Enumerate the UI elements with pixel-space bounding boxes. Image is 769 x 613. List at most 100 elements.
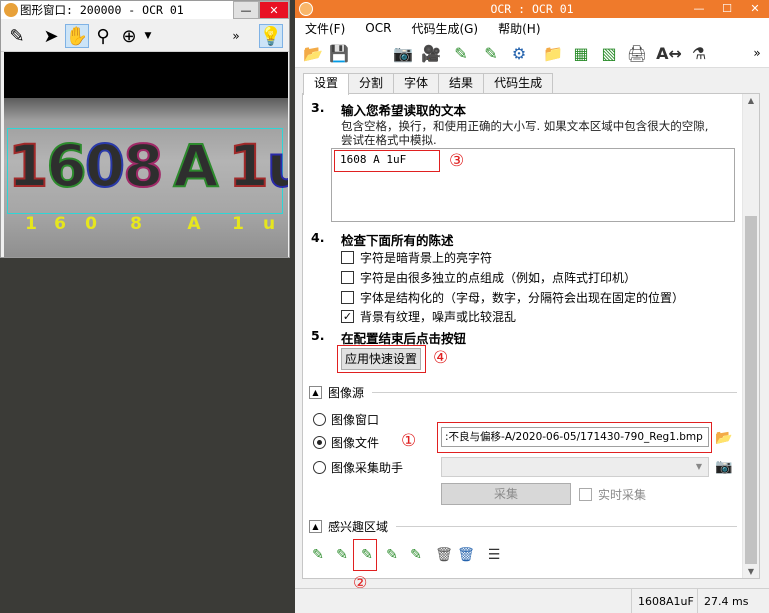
menu-help[interactable]: 帮助(H) [488, 20, 550, 37]
minimize-button[interactable]: — [685, 0, 713, 18]
radio-acquisition-assistant[interactable]: 图像采集助手 [313, 459, 403, 476]
settings-icon[interactable]: ⚙ [507, 41, 531, 65]
graphics-window-title: 图形窗口: 200000 - OCR 01 [20, 3, 184, 17]
tab-segmentation[interactable]: 分割 [348, 73, 395, 94]
halcon-app-icon [4, 3, 18, 17]
radio-image-window[interactable]: 图像窗口 [313, 411, 379, 428]
edit-roi-icon[interactable]: ✎ [479, 41, 503, 65]
annotation-marker-1: ① [401, 431, 417, 451]
ocr-result-char: 1 [25, 214, 37, 234]
tab-bar: 设置 分割 字体 结果 代码生成 [303, 73, 554, 95]
ocr-result-char: 8 [130, 214, 142, 234]
checkbox-box[interactable] [341, 251, 354, 264]
save-icon[interactable]: 💾 [327, 41, 351, 65]
ocr-char [161, 130, 173, 202]
character-set-icon[interactable]: ▦ [569, 41, 593, 65]
image-source-header[interactable]: ▲ 图像源 [309, 384, 737, 401]
ocr-char: A [172, 131, 219, 201]
annotation-marker-3: ③ [449, 151, 465, 171]
section-3-number: 3. [311, 100, 325, 115]
acquire-button[interactable]: 采集 [441, 483, 571, 505]
maximize-button[interactable]: ☐ [713, 0, 741, 18]
menu-codegen[interactable]: 代码生成(G) [401, 20, 488, 37]
annotation-box-1 [437, 422, 712, 453]
ocr-char [216, 130, 228, 202]
draw-roi-icon[interactable]: ✎ [449, 41, 473, 65]
ocr-char: 0 [84, 131, 126, 201]
checkbox-light-on-dark[interactable]: 字符是暗背景上的亮字符 [341, 249, 492, 266]
tab-code-generation[interactable]: 代码生成 [483, 73, 554, 94]
checkbox-box[interactable] [579, 488, 592, 501]
annotation-box-4 [337, 345, 426, 373]
vertical-scrollbar[interactable]: ▲ ▼ [742, 94, 759, 578]
roi-title: 感兴趣区域 [328, 520, 389, 534]
checkbox-realtime-acquire[interactable]: 实时采集 [579, 486, 646, 503]
acquisition-dropdown[interactable]: ▼ [441, 457, 709, 477]
clear-all-roi-icon[interactable]: 🗑 [455, 544, 477, 566]
image-source-title: 图像源 [328, 386, 365, 400]
menu-file[interactable]: 文件(F) [295, 20, 355, 37]
radio-image-file[interactable]: 图像文件 [313, 434, 379, 451]
tab-results[interactable]: 结果 [438, 73, 485, 94]
camera-icon[interactable]: 📷 [391, 41, 415, 65]
collapse-icon[interactable]: ▲ [309, 520, 322, 533]
ocr-char: 1 [7, 131, 49, 201]
close-button[interactable]: ✕ [259, 1, 289, 19]
radio-dot[interactable] [313, 436, 326, 449]
roi-header[interactable]: ▲ 感兴趣区域 [309, 518, 737, 535]
ocr-char: 1 [227, 131, 269, 201]
video-camera-icon[interactable]: 🎥 [419, 41, 443, 65]
scroll-up-arrow-icon[interactable]: ▲ [743, 96, 759, 105]
checkbox-structured-font[interactable]: 字体是结构化的（字母，数字，分隔符会出现在固定的位置） [341, 289, 684, 306]
font-icon[interactable]: A↔ [656, 41, 682, 65]
checkbox-box[interactable] [341, 291, 354, 304]
checkbox-dot-matrix[interactable]: 字符是由很多独立的点组成（例如，点阵式打印机） [341, 269, 636, 286]
magnifier-icon[interactable]: ⚲ [91, 24, 115, 48]
pointer-icon[interactable]: ➤ [39, 24, 63, 48]
close-button[interactable]: ✕ [741, 0, 769, 18]
lightbulb-icon[interactable]: 💡 [259, 24, 283, 48]
draw-circle-roi-icon[interactable]: ✎ [381, 544, 403, 566]
grid-icon[interactable]: ▧ [597, 41, 621, 65]
edit-icon[interactable]: ✎ [5, 24, 29, 48]
ocr-result-char: 0 [85, 214, 97, 234]
overflow-chevron-icon[interactable]: » [229, 24, 243, 48]
draw-rectangle-roi-icon[interactable]: ✎ [331, 544, 353, 566]
pan-hand-icon[interactable]: ✋ [65, 24, 89, 48]
chevron-down-icon[interactable]: ▼ [141, 24, 155, 48]
minimize-button[interactable]: — [233, 1, 259, 19]
zoom-in-icon[interactable]: ⊕ [117, 24, 141, 48]
delete-roi-icon[interactable]: 🗑 [433, 544, 455, 566]
segmentation-icon[interactable]: ⚗ [687, 41, 711, 65]
scrollbar-thumb[interactable] [745, 216, 757, 564]
scroll-down-arrow-icon[interactable]: ▼ [743, 567, 759, 576]
checkbox-textured-background[interactable]: ✓ 背景有纹理，噪声或比较混乱 [341, 308, 516, 325]
draw-line-roi-icon[interactable]: ✎ [307, 544, 329, 566]
section-5-number: 5. [311, 328, 325, 343]
radio-dot[interactable] [313, 413, 326, 426]
overflow-chevron-icon[interactable]: » [745, 41, 769, 65]
train-icon[interactable]: 🖨 [625, 41, 649, 65]
graphics-window: 图形窗口: 200000 - OCR 01 — ✕ ✎ ➤ ✋ ⚲ ⊕ ▼ » … [0, 0, 290, 258]
graphics-window-titlebar[interactable]: 图形窗口: 200000 - OCR 01 — ✕ [1, 1, 289, 19]
load-model-icon[interactable]: 📁 [541, 41, 565, 65]
tab-font[interactable]: 字体 [393, 73, 440, 94]
tab-settings[interactable]: 设置 [303, 73, 350, 95]
image-viewer[interactable]: 1608 A 1uF 1608A1uF [4, 52, 288, 257]
chevron-down-icon: ▼ [695, 462, 702, 471]
menu-ocr[interactable]: OCR [355, 21, 401, 35]
roi-list-icon[interactable]: ☰ [483, 544, 505, 566]
browse-folder-icon[interactable]: 📂 [713, 427, 735, 449]
ocr-char: 6 [45, 131, 87, 201]
ocr-window-titlebar[interactable]: OCR : OCR 01 — ☐ ✕ [295, 0, 769, 18]
radio-dot[interactable] [313, 461, 326, 474]
ocr-char: u [266, 131, 288, 201]
collapse-icon[interactable]: ▲ [309, 386, 322, 399]
draw-polygon-roi-icon[interactable]: ✎ [405, 544, 427, 566]
open-folder-icon[interactable]: 📂 [301, 41, 325, 65]
checkbox-box[interactable] [341, 271, 354, 284]
acquisition-assistant-icon[interactable]: 📷 [713, 456, 735, 478]
checkbox-box[interactable]: ✓ [341, 310, 354, 323]
ocr-result-char: 6 [54, 214, 66, 234]
status-bar: 1608A1uF 27.4 ms [295, 588, 769, 613]
